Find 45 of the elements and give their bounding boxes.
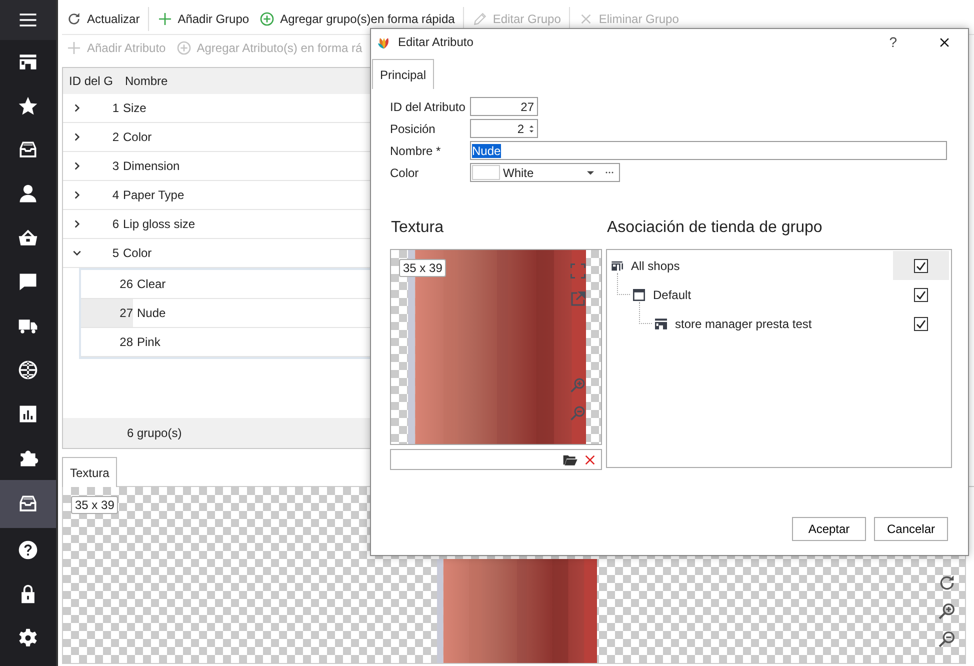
table-cell-text: 5 [111,246,119,260]
field-label: Nombre * [390,144,442,158]
table-cell-text: Paper Type [122,188,184,202]
table-cell-text: Nude [136,306,166,320]
tab[interactable]: Principal [372,59,434,89]
table-cell-text: 3 [111,159,119,173]
color-dropdown[interactable]: White [470,163,620,182]
table-cell-text: Clear [136,277,166,291]
table-cell-text: 4 [111,188,119,202]
column-header[interactable]: Nombre [119,74,168,88]
number-field[interactable]: 2 [470,119,538,138]
table-cell-text: Size [122,101,146,115]
toolbar-button[interactable]: Añadir Grupo [152,9,254,29]
tree-item[interactable]: All shops [631,258,680,272]
section-heading: Asociación de tienda de grupo [606,219,824,237]
table-cell-text: 28 [118,334,133,351]
field-label: Color [390,166,420,180]
table-cell-text: 26 [118,276,133,293]
row-count: 6 grupo(s) [127,426,182,440]
table-cell-text: 2 [111,130,119,144]
help-button[interactable]: ? [885,34,901,50]
table-cell-text: 6 [111,217,119,231]
table-cell: 27 [81,299,133,327]
input-field[interactable]: Nude [470,141,947,160]
field-label: Posición [390,122,436,136]
window-title: Editar Atributo [398,35,474,49]
table-cell-text: Pink [136,335,160,349]
size-label: 35 x 39 [399,259,446,277]
field-label: ID del Atributo [390,100,466,114]
table-cell-text: Dimension [122,159,180,173]
table-cell-text: Color [122,246,152,260]
table-cell-text: Color [122,130,152,144]
toolbar-button[interactable]: Actualizar [62,9,144,29]
table-cell-text: Lip gloss size [122,217,196,231]
input-field[interactable]: 27 [470,97,538,116]
size-label: 35 x 39 [71,496,118,514]
toolbar-button[interactable]: Agregar grupo(s)en forma rápida [255,9,459,29]
dialog-button[interactable]: Aceptar [792,517,866,541]
tab[interactable]: Textura [62,457,118,487]
tree-item[interactable]: store manager presta test [675,316,812,330]
section-heading: Textura [390,219,444,237]
table-cell-text: 1 [111,101,119,115]
tree-item[interactable]: Default [653,288,692,302]
column-header[interactable]: ID del G [63,74,119,88]
dialog-button[interactable]: Cancelar [874,517,948,541]
